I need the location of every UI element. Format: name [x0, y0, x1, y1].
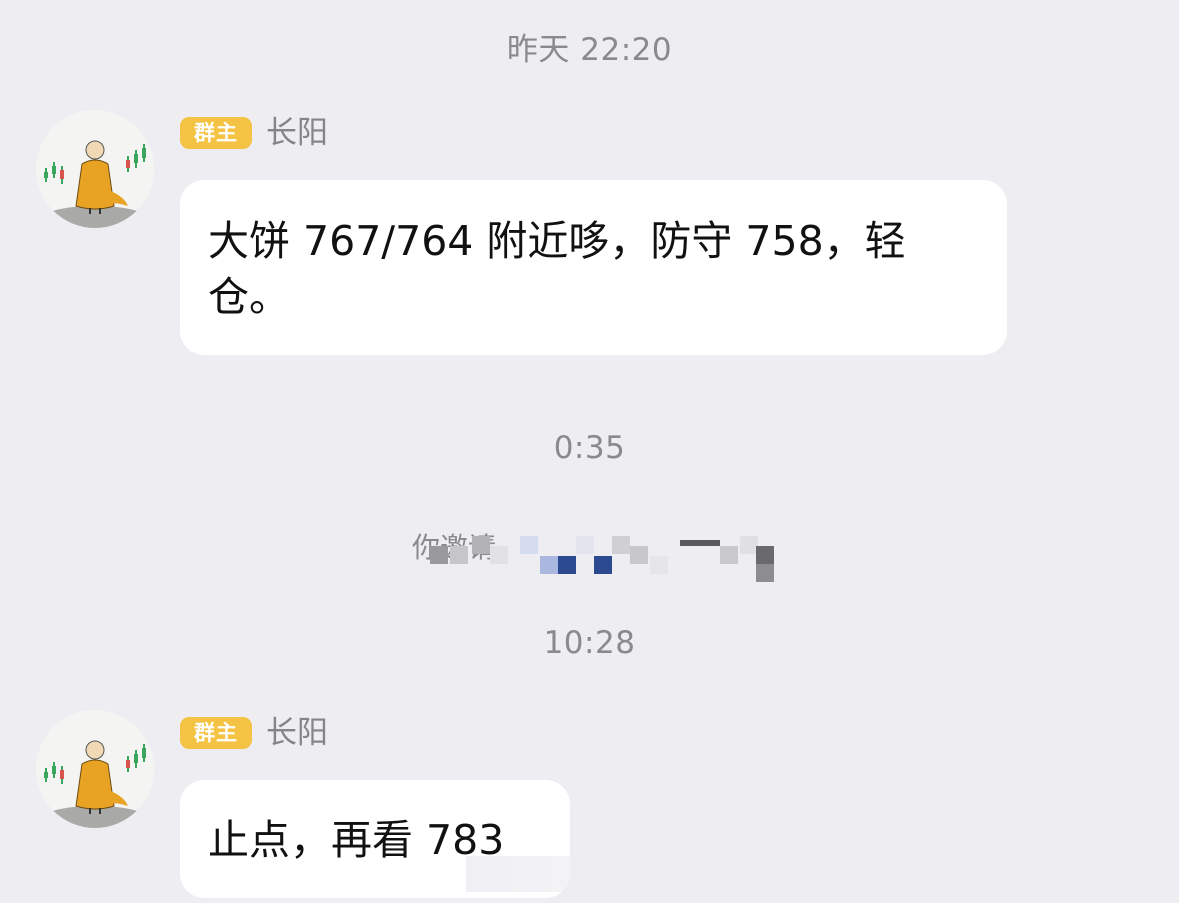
message-text: 大饼 767/764 附近哆，防守 758，轻仓。	[208, 217, 906, 321]
sender-name[interactable]: 长阳	[266, 715, 328, 751]
group-owner-badge: 群主	[180, 717, 252, 749]
timestamp-1028: 10:28	[543, 625, 636, 661]
monk-avatar-icon	[36, 710, 154, 828]
redaction-blur	[466, 856, 716, 892]
message-text: 止点，再看 783	[208, 816, 505, 864]
sender-avatar[interactable]	[36, 110, 154, 228]
message-bubble[interactable]: 大饼 767/764 附近哆，防守 758，轻仓。	[180, 180, 1007, 355]
sender-name[interactable]: 长阳	[266, 115, 328, 151]
sender-avatar[interactable]	[36, 710, 154, 828]
timestamp-yesterday: 昨天 22:20	[506, 32, 673, 68]
group-owner-badge: 群主	[180, 117, 252, 149]
timestamp-0035: 0:35	[553, 430, 626, 466]
monk-avatar-icon	[36, 110, 154, 228]
system-invite-notice: 你邀请	[412, 526, 776, 582]
